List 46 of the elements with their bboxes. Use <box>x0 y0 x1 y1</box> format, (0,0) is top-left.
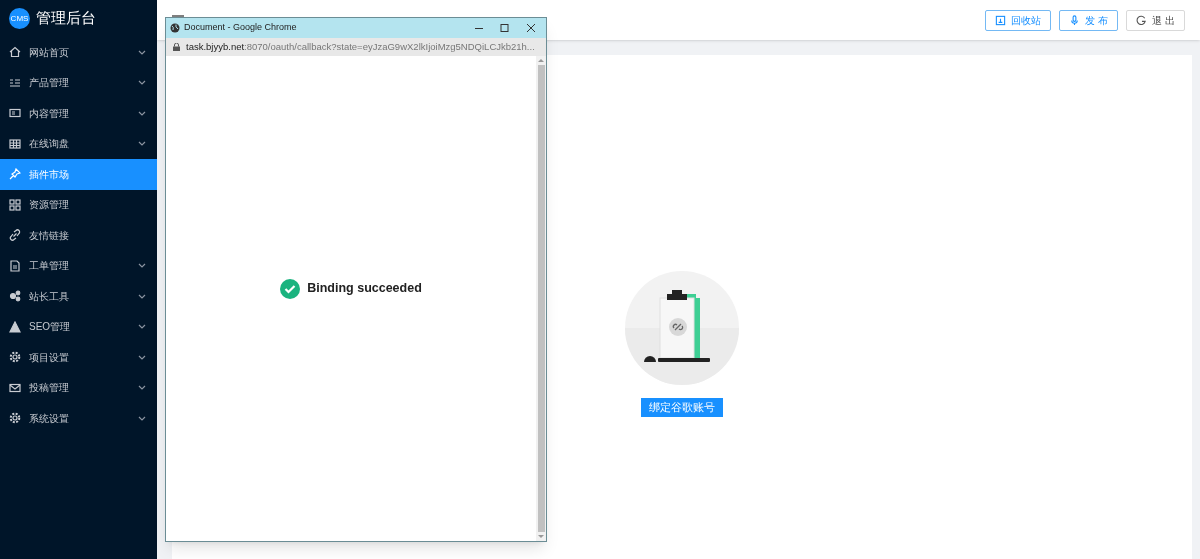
menu-item[interactable]: 站长工具 <box>0 281 157 312</box>
chevron-down-icon <box>138 324 146 330</box>
list-icon <box>9 76 21 89</box>
chevron-down-icon <box>138 385 146 391</box>
menu-item[interactable]: 内容管理 <box>0 98 157 129</box>
menu-item[interactable]: 友情链接 <box>0 220 157 251</box>
warning-icon <box>9 320 21 333</box>
chevron-down-icon <box>138 354 146 360</box>
document-icon <box>9 259 21 272</box>
url-text: task.bjyyb.net:8070/oauth/callback?state=eyJzaG9wX2lkIjoiMzg5NDQiLCJkb21h... <box>186 39 535 54</box>
header-button[interactable]: 退 出 <box>1126 9 1185 31</box>
menu-item[interactable]: 资源管理 <box>0 189 157 220</box>
home-icon <box>9 46 21 59</box>
menu-item[interactable]: 工单管理 <box>0 250 157 281</box>
lock-icon <box>173 43 180 51</box>
pin-icon <box>9 168 21 181</box>
chevron-down-icon <box>138 49 146 55</box>
chevron-down-icon <box>138 293 146 299</box>
check-circle-icon <box>280 278 301 299</box>
chevron-down-icon <box>138 263 146 269</box>
menu-item[interactable]: 在线询盘 <box>0 128 157 159</box>
chevron-down-icon <box>138 141 146 147</box>
chevron-down-icon <box>138 80 146 86</box>
microphone-icon <box>1069 14 1081 26</box>
settings-icon <box>9 412 21 425</box>
table-icon <box>9 137 21 150</box>
scrollbar-thumb[interactable] <box>537 65 545 532</box>
card-icon <box>9 107 21 120</box>
chevron-down-icon <box>138 110 146 116</box>
menu-item[interactable]: 投稿管理 <box>0 372 157 403</box>
chevron-down-icon <box>138 415 146 421</box>
logo: CMS <box>9 8 30 29</box>
menu-item[interactable]: 系统设置 <box>0 403 157 434</box>
success-message: Binding succeeded <box>307 280 422 298</box>
menu-item[interactable]: 产品管理 <box>0 67 157 98</box>
grid-icon <box>9 198 21 211</box>
window-title: Document - Google Chrome <box>184 21 298 35</box>
app-title: 管理后台 <box>36 8 96 29</box>
globe-icon <box>170 23 180 33</box>
menu-item[interactable]: SEO管理 <box>0 311 157 342</box>
link-icon <box>9 229 21 242</box>
menu-item[interactable]: 项目设置 <box>0 342 157 373</box>
logout-icon <box>1136 14 1148 26</box>
settings-icon <box>9 351 21 364</box>
mail-icon <box>9 381 21 394</box>
menu-item[interactable]: 网站首页 <box>0 37 157 68</box>
